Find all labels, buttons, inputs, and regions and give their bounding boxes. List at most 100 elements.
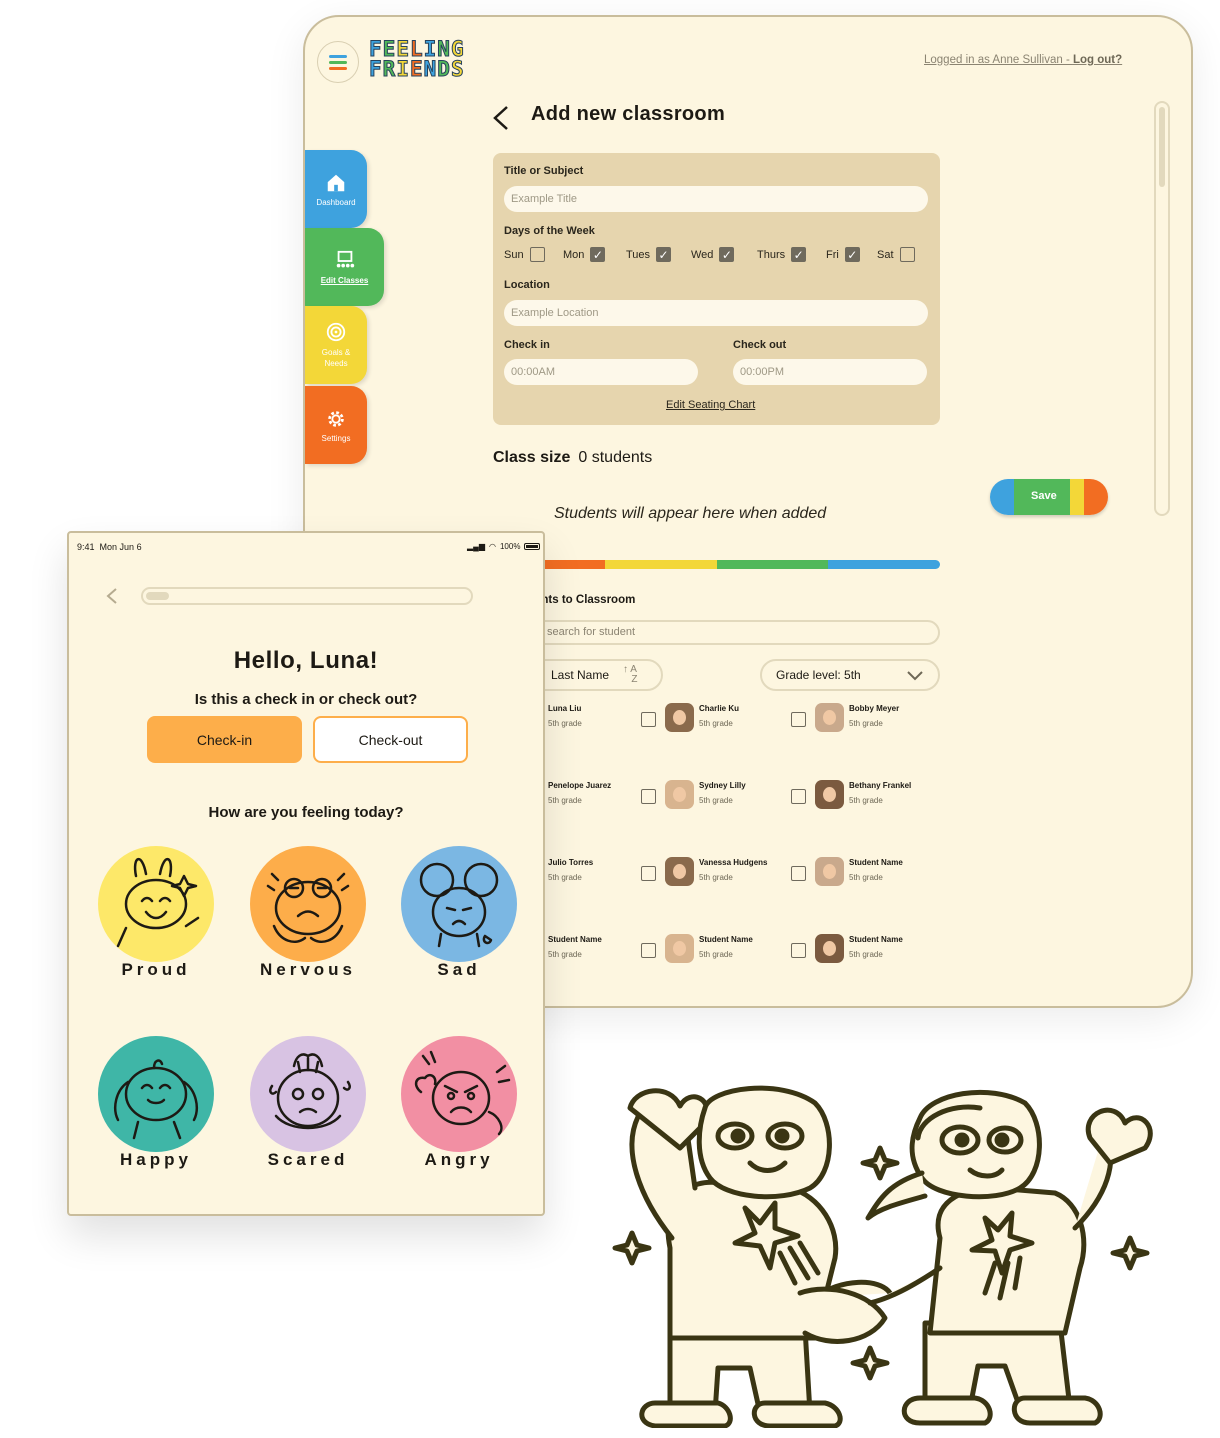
student-checkbox[interactable] [641,712,656,727]
back-arrow-icon[interactable] [490,104,512,132]
student-grade: 5th grade [548,950,582,959]
student-item[interactable]: Sydney Lilly 5th grade [641,780,791,820]
class-size-value: 0 students [578,449,653,466]
sidebar-item-goals[interactable]: Goals & Needs [305,306,367,384]
logout-link[interactable]: Log out? [1073,54,1122,66]
checkout-time-input[interactable]: 00:00PM [733,359,927,385]
student-avatar [815,934,844,963]
day-fri[interactable]: Fri ✓ [826,247,860,262]
day-checkbox[interactable] [899,247,915,262]
student-item[interactable]: Student Name 5th grade [641,934,791,974]
sidebar-item-edit-classes[interactable]: Edit Classes [305,228,384,306]
sidebar-item-settings[interactable]: Settings [305,386,367,464]
emotion-happy[interactable]: Happy [98,1036,214,1196]
student-item[interactable]: Bethany Frankel 5th grade [791,780,941,820]
title-input[interactable]: Example Title [504,186,928,212]
student-name: Bethany Frankel [849,781,912,790]
student-search-input[interactable]: search for student [493,620,940,645]
day-label: Thurs [757,248,786,261]
logo-letter: F [369,37,383,61]
day-checkbox[interactable]: ✓ [719,247,735,262]
emotion-scared[interactable]: Scared [250,1036,366,1196]
student-name: Charlie Ku [699,704,740,713]
greeting: Hello, Luna! [233,647,379,674]
status-bar-time: 9:41 Mon Jun 6 [77,542,142,552]
checkin-time-input[interactable]: 00:00AM [504,359,698,385]
happy-face-icon [114,1059,198,1140]
student-grade: 5th grade [849,719,883,728]
gear-icon [328,410,344,427]
student-item[interactable]: Student Name 5th grade [791,857,941,897]
feeling-friends-logo: FEELING FRIENDS [369,37,479,81]
edit-seating-chart-link[interactable]: Edit Seating Chart [666,399,755,411]
student-avatar [665,780,694,809]
emotion-circle [98,846,214,962]
tablet-checkin-screen: 9:41 Mon Jun 6 ▂▄▆ ◠ 100% Hello, Luna! I… [67,531,545,1216]
feeling-question: How are you feeling today? [208,804,404,821]
student-item[interactable]: Vanessa Hudgens 5th grade [641,857,791,897]
student-checkbox[interactable] [791,866,806,881]
student-checkbox[interactable] [641,789,656,804]
student-checkbox[interactable] [641,866,656,881]
grade-filter-dropdown[interactable]: Grade level: 5th [760,659,940,691]
student-name: Student Name [849,935,903,944]
scroll-thumb[interactable] [1159,107,1165,187]
student-checkbox[interactable] [791,789,806,804]
add-students-title: ents to Classroom [535,594,636,606]
sad-face-icon [419,862,499,948]
student-grade: 5th grade [548,796,582,805]
student-checkbox[interactable] [791,943,806,958]
day-sun[interactable]: Sun [504,247,545,262]
logo-letter: S [450,57,465,81]
battery-icon [524,543,541,550]
day-label: Tues [626,248,651,261]
check-in-button[interactable]: Check-in [147,716,302,763]
emotion-label: Sad [437,960,481,979]
day-wed[interactable]: Wed ✓ [691,247,735,262]
classroom-form: Title or Subject Example Title Days of t… [493,153,940,425]
day-mon[interactable]: Mon ✓ [563,247,606,262]
save-button[interactable]: Save [990,479,1108,515]
checkin-label: Check in [504,339,550,351]
day-checkbox[interactable]: ✓ [844,247,860,262]
logo-letter: G [450,37,465,61]
logo-letter: N [423,57,438,81]
emotion-label: Angry [424,1150,494,1169]
menu-button[interactable] [317,41,359,83]
logo-letter: D [437,57,451,81]
angry-face-icon [414,1050,511,1136]
logo-letter: I [396,57,410,81]
scrollbar[interactable] [1154,101,1170,516]
student-name: Student Name [699,935,753,944]
student-item[interactable]: Charlie Ku 5th grade [641,703,791,743]
student-avatar [815,857,844,886]
day-checkbox[interactable]: ✓ [791,247,807,262]
student-item[interactable]: Bobby Meyer 5th grade [791,703,941,743]
student-checkbox[interactable] [791,712,806,727]
sidebar-item-label: Dashboard [316,197,356,207]
day-checkbox[interactable]: ✓ [590,247,606,262]
emotion-nervous[interactable]: Nervous [250,846,366,1006]
logo-letter: F [369,57,383,81]
emotion-label: Scared [267,1150,349,1169]
day-checkbox[interactable] [529,247,545,262]
student-grade: 5th grade [699,873,733,882]
checkout-label: Check out [733,339,787,351]
day-sat[interactable]: Sat [877,247,915,262]
student-name: Vanessa Hudgens [699,858,768,867]
emotion-angry[interactable]: Angry [401,1036,517,1196]
student-name: Luna Liu [548,704,582,713]
day-checkbox[interactable]: ✓ [656,247,672,262]
student-checkbox[interactable] [641,943,656,958]
day-tues[interactable]: Tues ✓ [626,247,672,262]
check-out-button[interactable]: Check-out [313,716,468,763]
day-thurs[interactable]: Thurs ✓ [757,247,807,262]
emotion-sad[interactable]: Sad [401,846,517,1006]
student-item[interactable]: Student Name 5th grade [791,934,941,974]
location-input[interactable]: Example Location [504,300,928,326]
sidebar-item-dashboard[interactable]: Dashboard [305,150,367,228]
emotion-proud[interactable]: Proud [98,846,214,1006]
back-chevron-icon[interactable] [105,587,119,605]
student-name: Penelope Juarez [548,781,612,790]
emotion-circle [250,846,366,962]
